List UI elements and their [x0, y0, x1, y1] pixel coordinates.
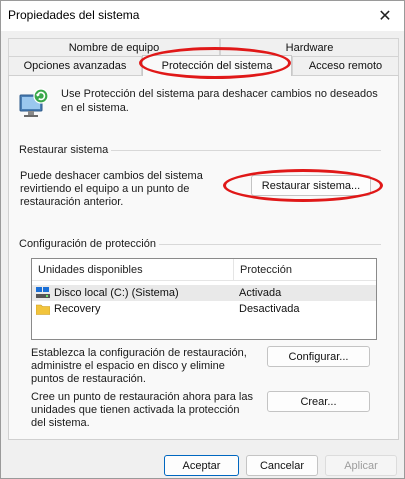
folder-icon: [36, 304, 50, 315]
system-drive-icon: [36, 287, 50, 298]
create-button[interactable]: Crear...: [267, 391, 370, 412]
drive-name: Disco local (C:) (Sistema): [54, 287, 179, 299]
tab-remote[interactable]: Acceso remoto: [292, 56, 399, 75]
table-row[interactable]: Disco local (C:) (Sistema) Activada: [32, 285, 376, 301]
title-bar[interactable]: Propiedades del sistema ✕: [1, 1, 404, 31]
cancel-button[interactable]: Cancelar: [246, 455, 318, 476]
restore-description: Puede deshacer cambios del sistema revir…: [20, 170, 203, 208]
protection-divider: [159, 244, 381, 245]
configure-description: Establezca la configuración de restaurac…: [31, 347, 247, 385]
list-header: Unidades disponibles Protección: [32, 259, 376, 281]
drive-name: Recovery: [54, 303, 101, 315]
drive-status: Desactivada: [239, 303, 300, 315]
ok-button[interactable]: Aceptar: [164, 455, 239, 476]
close-icon: ✕: [378, 8, 392, 25]
window-title: Propiedades del sistema: [8, 8, 140, 22]
create-description: Cree un punto de restauración ahora para…: [31, 391, 253, 429]
restore-group-title: Restaurar sistema: [19, 144, 109, 156]
system-protection-icon: [19, 88, 49, 117]
protection-group-title: Configuración de protección: [19, 238, 156, 250]
close-button[interactable]: ✕: [366, 1, 404, 31]
tab-system-protection[interactable]: Protección del sistema: [142, 55, 292, 76]
column-protection[interactable]: Protección: [240, 264, 292, 276]
restore-system-button[interactable]: Restaurar sistema...: [251, 175, 371, 196]
column-drives[interactable]: Unidades disponibles: [38, 264, 143, 276]
drive-status: Activada: [239, 287, 282, 299]
intro-text: Use Protección del sistema para deshacer…: [61, 88, 378, 114]
tab-advanced[interactable]: Opciones avanzadas: [8, 56, 142, 75]
configure-button[interactable]: Configurar...: [267, 346, 370, 367]
restore-divider: [111, 150, 381, 151]
apply-button[interactable]: Aplicar: [325, 455, 397, 476]
system-properties-window: Propiedades del sistema ✕ Nombre de equi…: [0, 0, 405, 479]
table-row[interactable]: Recovery Desactivada: [32, 301, 376, 317]
drives-list[interactable]: Unidades disponibles Protección Disco lo…: [31, 258, 377, 340]
column-separator[interactable]: [233, 259, 234, 281]
